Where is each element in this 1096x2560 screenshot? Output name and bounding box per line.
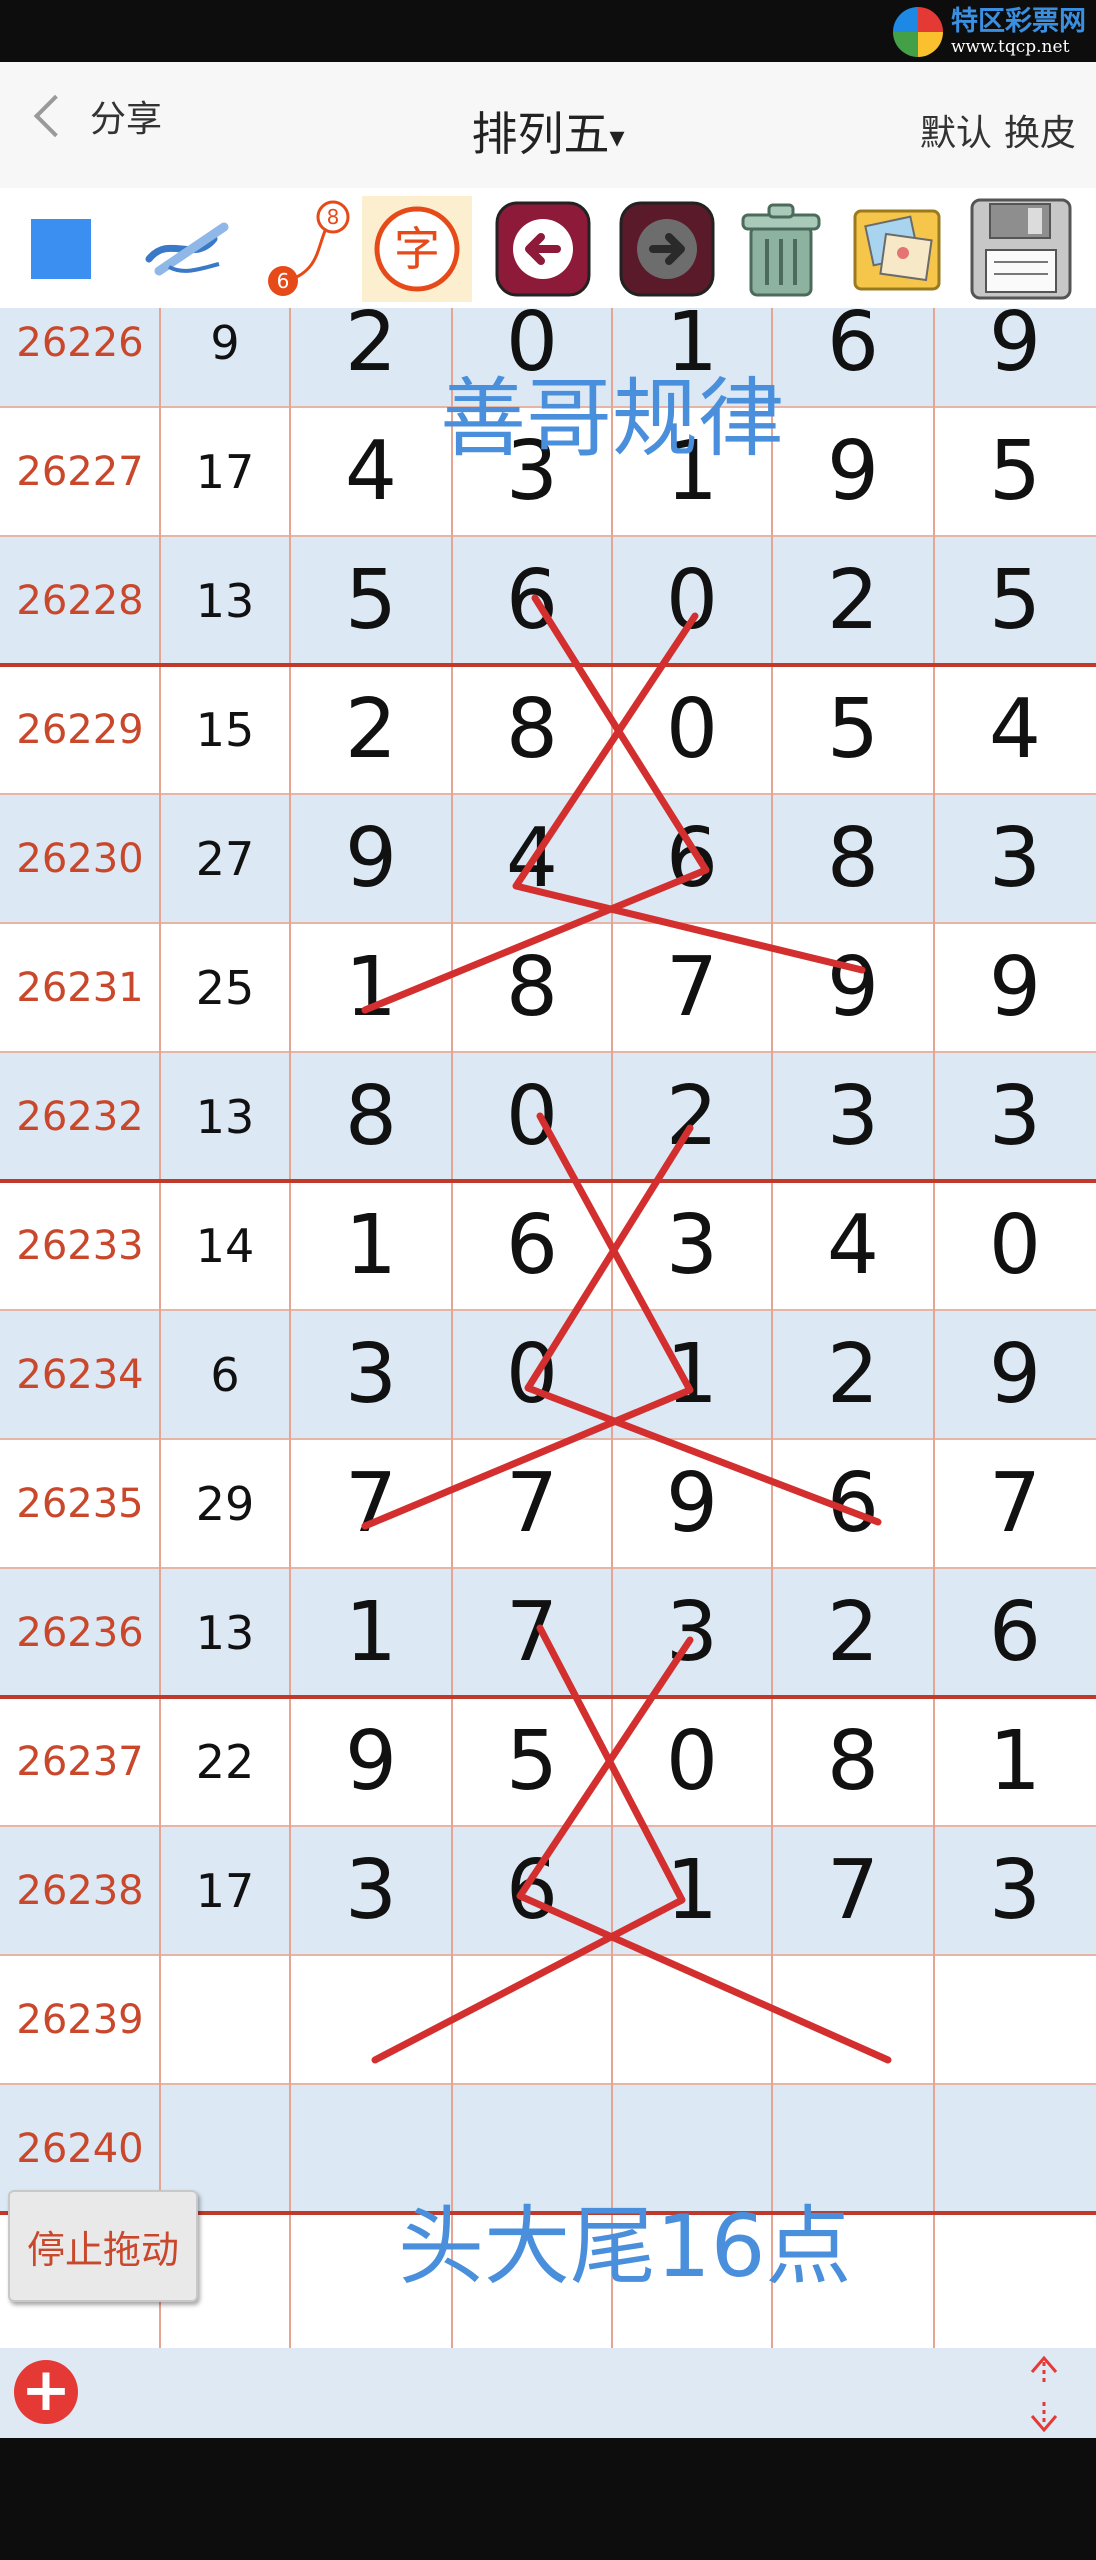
page-title: 排列五 (471, 107, 610, 161)
default-button[interactable]: 默认 (920, 104, 992, 156)
annotation-bottom: 头大尾16点 (398, 2197, 852, 2297)
back-arrow-icon[interactable] (488, 196, 598, 302)
photos-icon[interactable] (842, 196, 952, 302)
icon-number-6: 6 (277, 269, 290, 293)
trash-icon[interactable] (726, 196, 836, 302)
icon-number-8: 8 (327, 205, 340, 229)
bottom-bar: + (0, 2348, 1096, 2438)
stop-drag-button[interactable]: 停止拖动 (8, 2190, 198, 2302)
pen-stroke (371, 1624, 686, 2064)
watermark-name: 特区彩票网 (951, 6, 1086, 37)
toolbar: 8 6 字 (0, 188, 1096, 308)
forward-arrow-icon[interactable] (612, 196, 722, 302)
pen-stroke (361, 1112, 694, 1530)
navigation-bar (0, 2438, 1096, 2560)
watermark-logo-icon (893, 7, 943, 57)
zi-char: 字 (394, 222, 440, 276)
pen-stroke (516, 1636, 892, 2064)
nav-bar: 分享 排列五▾ 默认 换皮 (0, 62, 1096, 188)
floppy-save-icon[interactable] (966, 196, 1076, 302)
caret-down-icon: ▾ (609, 120, 625, 155)
resize-vertical-icon[interactable] (1022, 2354, 1066, 2434)
number-line-icon[interactable]: 8 6 (250, 196, 360, 302)
change-skin-button[interactable]: 换皮 (1004, 104, 1076, 156)
draw-table[interactable]: 26226 9 2 0 1 6 9 26227 17 4 3 1 9 5 26228 13 5 6 0 2 5 26229… (0, 308, 1096, 2348)
add-icon[interactable]: + (14, 2360, 78, 2424)
pen-stroke (512, 612, 866, 974)
pen-strokes (361, 594, 892, 2064)
pen-icon[interactable] (134, 196, 244, 302)
watermark-url: www.tqcp.net (951, 37, 1070, 57)
status-bar: 特区彩票网 www.tqcp.net (0, 0, 1096, 62)
annotation-top: 善哥规律 (440, 369, 784, 469)
watermark: 特区彩票网 www.tqcp.net (893, 4, 1086, 60)
pen-stroke (361, 594, 710, 1014)
zi-icon[interactable]: 字 (362, 196, 472, 302)
square-icon[interactable] (6, 196, 116, 302)
